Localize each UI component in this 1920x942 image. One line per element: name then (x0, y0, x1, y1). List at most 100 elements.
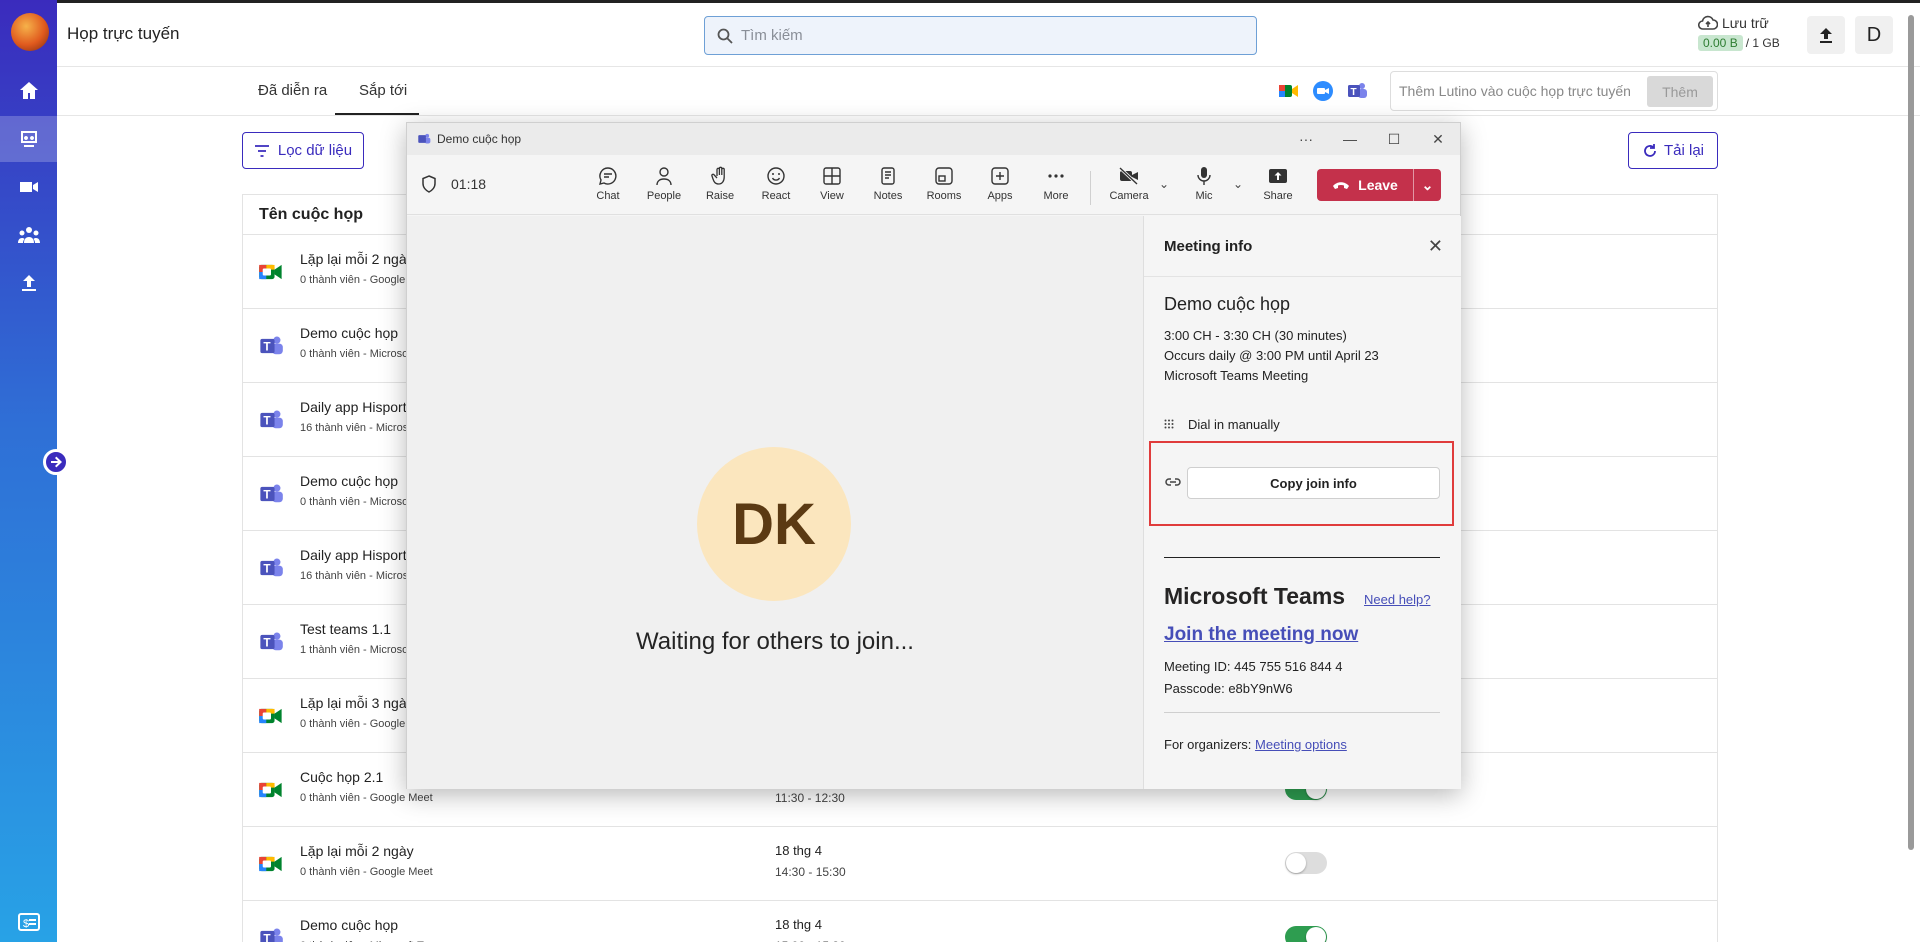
chat-button[interactable]: Chat (583, 165, 633, 209)
svg-text:T: T (263, 932, 271, 942)
sidebar-item-groups[interactable] (0, 212, 57, 258)
sidebar-item-meetings[interactable] (0, 116, 57, 162)
google-meet-icon[interactable] (1278, 80, 1300, 102)
camera-off-icon (1118, 166, 1139, 186)
chat-icon (599, 167, 617, 185)
search-input[interactable] (741, 27, 1221, 44)
meeting-title: Demo cuộc họp (1164, 294, 1291, 314)
meeting-timer: 01:18 (421, 175, 486, 193)
camera-label: Camera (1109, 190, 1149, 202)
svg-text:T: T (263, 562, 271, 576)
billing-icon: $ (18, 913, 40, 931)
svg-text:T: T (263, 340, 271, 354)
meeting-toggle[interactable] (1285, 926, 1327, 942)
svg-text:T: T (263, 414, 271, 428)
meeting-subtitle: 0 thành viên - Google Meet (300, 866, 433, 878)
meeting-toggle[interactable] (1285, 852, 1327, 874)
leave-button[interactable]: Leave ⌄ (1317, 169, 1441, 201)
sidebar-item-video[interactable] (0, 164, 57, 210)
add-lutino-form: Thêm (1390, 71, 1718, 111)
maximize-icon[interactable]: ☐ (1372, 123, 1416, 155)
sidebar-bottom-icon[interactable]: $ (18, 912, 40, 932)
raise-hand-button[interactable]: Raise (695, 165, 745, 209)
sidebar-item-upload[interactable] (0, 260, 57, 306)
storage-label: Lưu trữ (1722, 15, 1769, 31)
organizers-prefix: For organizers: (1164, 737, 1252, 752)
waiting-message: Waiting for others to join... (636, 628, 914, 655)
rooms-button[interactable]: Rooms (919, 165, 969, 209)
dial-in-label: Dial in manually (1188, 417, 1280, 432)
notes-button[interactable]: Notes (863, 165, 913, 209)
meeting-name: Demo cuộc họp (300, 325, 399, 341)
tab-past[interactable]: Đã diễn ra (258, 82, 327, 99)
meeting-name: Cuộc họp 2.1 (300, 769, 384, 785)
leave-options-chevron-icon[interactable]: ⌄ (1413, 169, 1441, 201)
storage-used-badge: 0.00 B (1698, 35, 1743, 51)
window-title-text: Demo cuộc họp (437, 132, 522, 146)
storage-indicator: Lưu trữ 0.00 B / 1 GB (1698, 15, 1780, 51)
close-window-icon[interactable]: ✕ (1416, 123, 1460, 155)
meeting-id: Meeting ID: 445 755 516 844 4 (1164, 659, 1343, 674)
window-controls: ··· — ☐ ✕ (1284, 123, 1460, 155)
more-button[interactable]: More (1031, 165, 1081, 209)
meeting-name: Lặp lại mỗi 3 ngày (300, 695, 414, 711)
meeting-link-input[interactable] (1399, 83, 1639, 99)
more-options-icon[interactable]: ··· (1284, 123, 1328, 155)
page-scrollbar[interactable] (1908, 15, 1914, 850)
filter-icon (254, 144, 269, 157)
filter-button[interactable]: Lọc dữ liệu (242, 132, 364, 169)
tab-upcoming[interactable]: Sắp tới (359, 82, 407, 99)
people-button[interactable]: People (639, 165, 689, 209)
upload-icon (21, 275, 36, 291)
view-button[interactable]: View (807, 165, 857, 209)
reload-button[interactable]: Tải lại (1628, 132, 1718, 169)
sidebar-item-home[interactable] (0, 68, 57, 114)
mic-options-chevron-icon[interactable]: ⌄ (1233, 177, 1243, 191)
add-button[interactable]: Thêm (1647, 76, 1713, 107)
meeting-name: Lặp lại mỗi 2 ngày (300, 251, 414, 267)
share-label: Share (1263, 190, 1293, 202)
tabs-divider (57, 115, 1920, 116)
meeting-date: 18 thg 4 (775, 843, 822, 858)
camera-button[interactable]: Camera (1104, 165, 1154, 209)
table-row[interactable]: TDemo cuộc họp0 thành viên - Microsoft T… (243, 901, 1717, 942)
meeting-time: 3:00 CH - 3:30 CH (30 minutes) (1164, 328, 1347, 343)
user-avatar-button[interactable]: D (1855, 16, 1893, 54)
timer-text: 01:18 (451, 176, 487, 192)
notes-label: Notes (873, 190, 903, 202)
sidebar-collapse-toggle[interactable] (43, 449, 69, 475)
app-logo[interactable] (11, 13, 49, 51)
dial-in-row[interactable]: Dial in manually (1164, 417, 1280, 432)
people-label: People (646, 190, 682, 202)
search-bar[interactable] (704, 16, 1257, 55)
table-row[interactable]: Lặp lại mỗi 2 ngày 0 thành viên - Google … (243, 827, 1717, 901)
meeting-info-panel: Meeting info ✕ Demo cuộc họp 3:00 CH - 3… (1143, 216, 1461, 789)
react-icon (767, 167, 785, 185)
meeting-options-link[interactable]: Meeting options (1255, 737, 1347, 752)
minimize-icon[interactable]: — (1328, 123, 1372, 155)
join-meeting-link[interactable]: Join the meeting now (1164, 624, 1358, 646)
integration-icons: T (1278, 80, 1368, 102)
refresh-icon (1644, 143, 1656, 157)
mic-button[interactable]: Mic (1179, 165, 1229, 209)
need-help-link[interactable]: Need help? (1364, 592, 1431, 607)
svg-text:$: $ (23, 918, 29, 930)
close-panel-icon[interactable]: ✕ (1428, 236, 1443, 257)
teams-meeting-window: Demo cuộc họp ··· — ☐ ✕ 01:18 Chat Peopl… (406, 122, 1461, 789)
apps-button[interactable]: Apps (975, 165, 1025, 209)
toggle-knob (1286, 853, 1306, 873)
share-button[interactable]: Share (1253, 165, 1303, 209)
react-button[interactable]: React (751, 165, 801, 209)
copy-join-info-button[interactable]: Copy join info (1187, 467, 1440, 499)
zoom-icon[interactable] (1312, 80, 1334, 102)
microsoft-teams-icon[interactable]: T (1346, 80, 1368, 102)
google-meet-icon (258, 851, 284, 877)
microsoft-teams-icon: T (258, 407, 284, 433)
view-label: View (820, 190, 844, 202)
apps-label: Apps (987, 190, 1013, 202)
upload-button[interactable] (1807, 16, 1845, 54)
google-meet-icon (258, 259, 284, 285)
camera-options-chevron-icon[interactable]: ⌄ (1159, 177, 1169, 191)
meeting-icon (20, 131, 37, 147)
teams-brand-title: Microsoft Teams (1164, 583, 1346, 609)
